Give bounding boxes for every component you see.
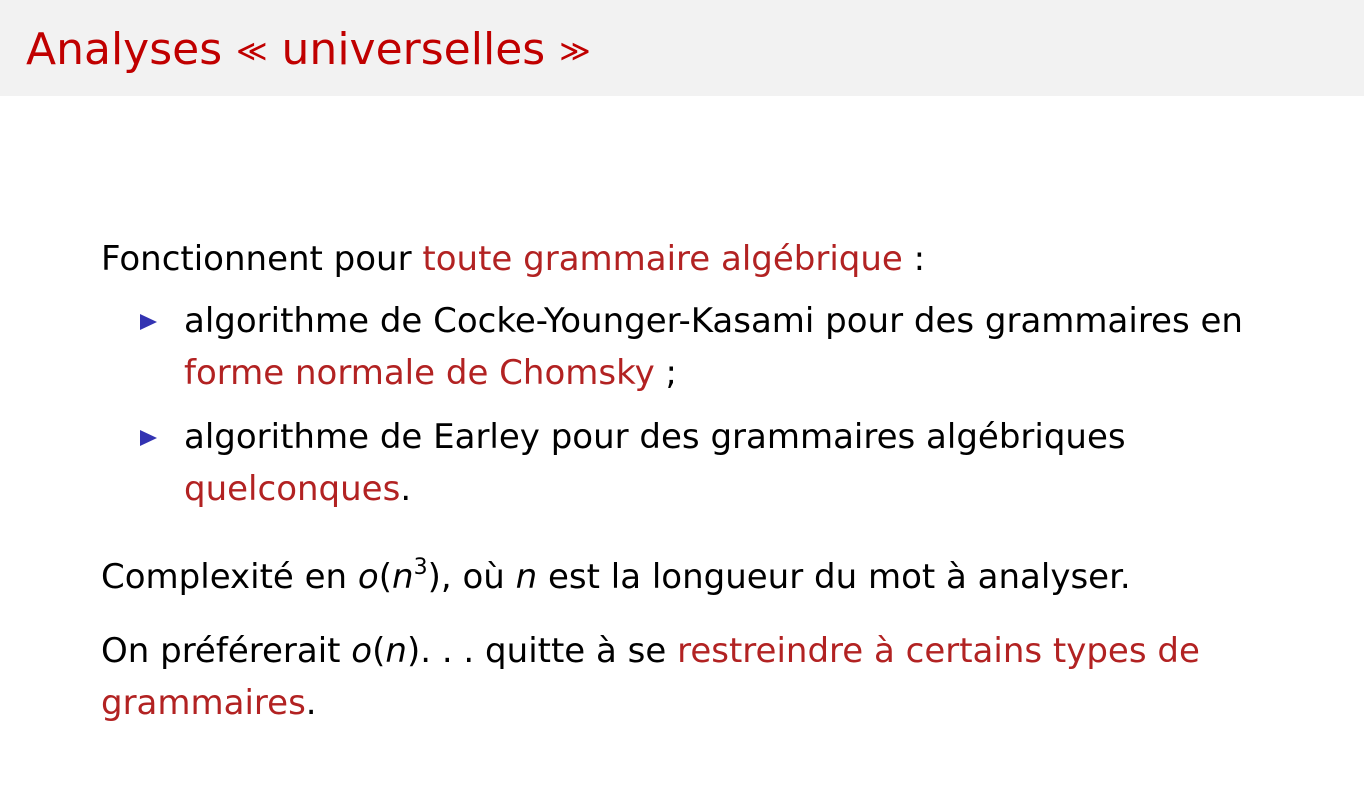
intro-end: : [902,239,926,279]
intro-highlight: toute grammaire algébrique [422,239,903,279]
preference-formula: o(n) [351,631,420,671]
triangle-bullet-icon [140,430,157,446]
title-word-analyses: Analyses [26,24,223,75]
formula-paren-close: ) [427,557,441,597]
bullet-text: algorithme de Cocke-Younger-Kasami pour … [184,301,1243,341]
formula-paren-open: ( [378,557,392,597]
title-bar: Analyses ≪ universelles ≫ [0,0,1364,96]
preference-before: On préférerait [101,631,352,671]
list-item: algorithme de Earley pour des grammaires… [140,411,1320,515]
title-word-universelles: universelles [281,24,546,75]
title-close-quote: ≫ [559,34,591,69]
preference-end: . [305,683,317,723]
complexity-after: est la longueur du mot à analyser. [537,557,1131,597]
bullet-highlight: quelconques [184,469,401,509]
formula-n: n [385,631,407,671]
preference-ellipsis: . . . [420,631,475,671]
bullet-text: algorithme de Earley pour des grammaires… [184,417,1126,457]
formula-n: n [392,557,414,597]
formula-o: o [351,631,373,671]
complexity-formula: o(n3) [357,555,441,598]
bullet-highlight: forme normale de Chomsky [184,353,655,393]
formula-exponent: 3 [413,555,428,580]
slide-title: Analyses ≪ universelles ≫ [26,20,591,82]
triangle-bullet-icon [140,314,157,330]
complexity-before: Complexité en [101,557,358,597]
preference-mid: quitte à se [474,631,678,671]
formula-paren-open: ( [372,631,386,671]
complexity-mid: , où [440,557,516,597]
list-item: algorithme de Cocke-Younger-Kasami pour … [140,295,1320,399]
formula-paren-close: ) [406,631,421,671]
bullet-end: ; [654,353,677,393]
complexity-paragraph: Complexité en o(n3), où n est la longueu… [101,551,1131,603]
intro-paragraph: Fonctionnent pour toute grammaire algébr… [101,233,925,285]
formula-o: o [357,557,379,597]
bullet-end: . [400,469,412,509]
intro-text: Fonctionnent pour [101,239,423,279]
preference-paragraph: On préférerait o(n). . . quitte à se res… [101,625,1261,729]
bullet-list: algorithme de Cocke-Younger-Kasami pour … [140,295,1320,527]
complexity-var: n [515,557,538,597]
title-open-quote: ≪ [236,34,268,69]
